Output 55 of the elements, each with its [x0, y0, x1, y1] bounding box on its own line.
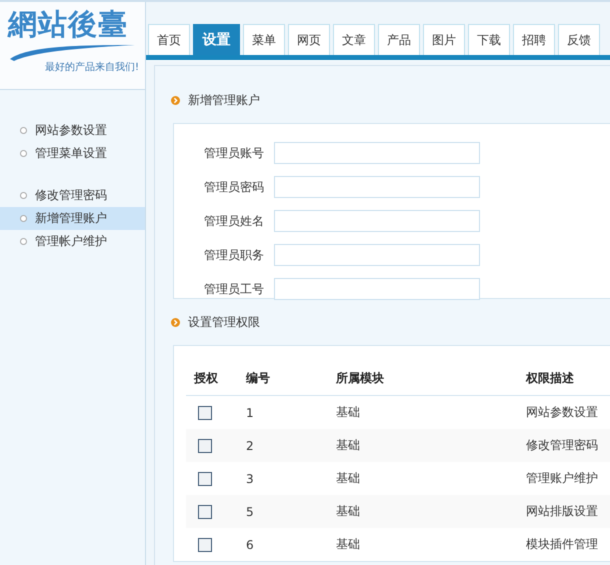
checkbox[interactable]: [198, 472, 212, 486]
nav-tab[interactable]: 产品: [378, 24, 420, 55]
column-header: 授权: [192, 370, 219, 387]
checkbox[interactable]: [198, 438, 212, 452]
logo-title: 網站後臺: [8, 6, 128, 42]
table-cell: 网站排版设置: [526, 503, 598, 520]
table-cell: 网站参数设置: [526, 404, 598, 421]
table-cell-text: 基础: [336, 404, 361, 421]
checkbox[interactable]: [198, 538, 212, 552]
sidebar-item[interactable]: 管理帐户维护: [0, 230, 145, 253]
table-cell-text: 基础: [336, 470, 361, 487]
sidebar-item[interactable]: 管理菜单设置: [0, 142, 145, 165]
arrow-bullet-icon: [171, 96, 180, 104]
field-label: 管理员密码: [203, 178, 264, 196]
column-header: 编号: [246, 370, 271, 387]
nav-tab[interactable]: 反馈: [558, 24, 600, 55]
arrow-bullet-icon: [171, 318, 180, 326]
section-title: 设置管理权限: [188, 314, 260, 330]
field-label: 管理员姓名: [203, 212, 264, 230]
input-field[interactable]: [274, 244, 480, 266]
sidebar-item[interactable]: 新增管理账户: [0, 207, 145, 230]
table-cell-text: 6: [246, 538, 255, 552]
checkbox[interactable]: [198, 504, 212, 518]
field-label: 管理员账号: [203, 144, 264, 162]
nav-tab[interactable]: 下载: [468, 24, 510, 55]
nav-tab[interactable]: 图片: [423, 24, 465, 55]
table-cell: 管理账户维护: [526, 470, 598, 487]
nav-tab[interactable]: 网页: [288, 24, 330, 55]
input-field[interactable]: [274, 176, 480, 198]
table-cell-text: 1: [246, 406, 255, 420]
table-cell: 模块插件管理: [526, 536, 598, 553]
nav-tab[interactable]: 文章: [333, 24, 375, 55]
input-field[interactable]: [274, 142, 480, 164]
table-cell: 修改管理密码: [526, 437, 598, 454]
table-cell-text: 2: [246, 438, 255, 452]
input-field[interactable]: [274, 210, 480, 232]
section-title: 新增管理账户: [188, 92, 260, 108]
sidebar-item[interactable]: 网站参数设置: [0, 119, 145, 142]
table-cell-text: 3: [246, 472, 255, 486]
table-cell-text: 基础: [336, 437, 361, 454]
column-header: 所属模块: [336, 370, 385, 387]
nav-tab[interactable]: 设置: [193, 24, 240, 55]
field-label: 管理员工号: [203, 280, 264, 298]
table-cell-text: 基础: [336, 503, 361, 520]
table-cell-text: 5: [246, 504, 255, 518]
column-header: 权限描述: [526, 370, 574, 387]
input-field[interactable]: [274, 278, 480, 300]
logo-slogan: 最好的产品来自我们!: [44, 60, 140, 74]
nav-tab[interactable]: 招聘: [513, 24, 555, 55]
checkbox[interactable]: [198, 406, 212, 420]
field-label: 管理员职务: [203, 246, 264, 264]
sidebar-item[interactable]: 修改管理密码: [0, 184, 145, 207]
nav-tab[interactable]: 首页: [148, 24, 190, 55]
table-cell-text: 基础: [336, 536, 361, 553]
nav-tab[interactable]: 菜单: [243, 24, 285, 55]
